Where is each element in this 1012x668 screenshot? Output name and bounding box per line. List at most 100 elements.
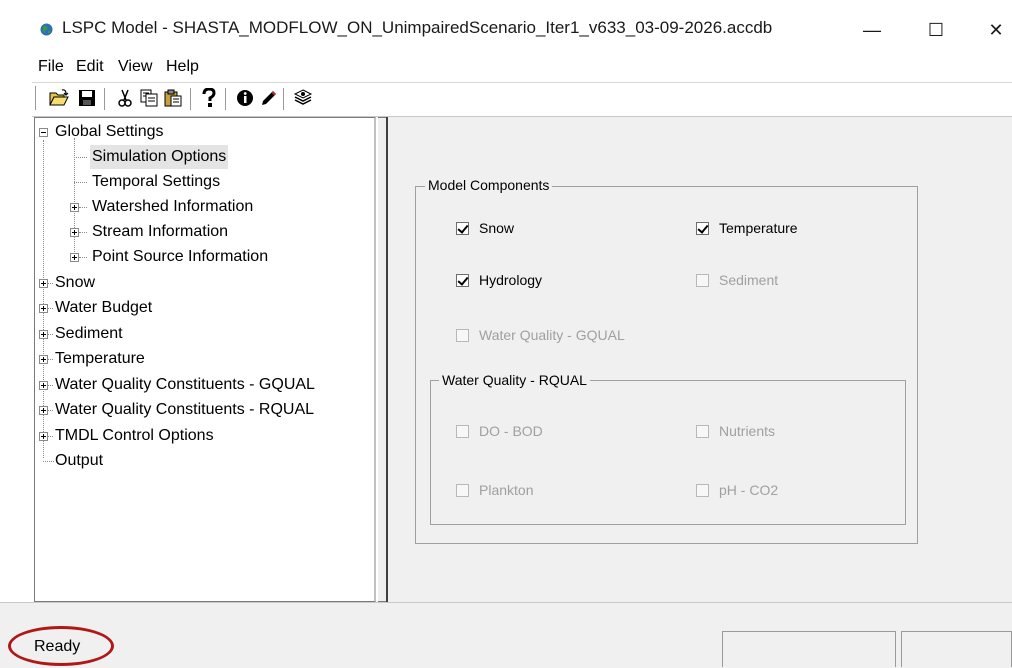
window-title: LSPC Model - SHASTA_MODFLOW_ON_Unimpaire… <box>62 18 773 37</box>
menu-help[interactable]: Help <box>166 58 199 76</box>
collapse-toggle-icon[interactable] <box>39 128 48 137</box>
expand-toggle-icon[interactable] <box>39 406 48 415</box>
ph-co2-checkbox[interactable]: pH - CO2 <box>696 481 778 499</box>
temperature-checkbox[interactable]: Temperature <box>696 219 798 237</box>
toolbar-separator <box>225 88 229 110</box>
close-icon: ✕ <box>988 19 1004 40</box>
tree-item-temporal-settings[interactable]: Temporal Settings <box>35 170 374 194</box>
tree-item-global-settings[interactable]: Global Settings <box>35 120 374 144</box>
checkbox-box[interactable] <box>696 221 709 235</box>
hydrology-label: Hydrology <box>479 272 543 288</box>
expand-toggle-icon[interactable] <box>70 228 79 237</box>
expand-toggle-icon[interactable] <box>39 304 48 313</box>
tree-item-wq-gqual[interactable]: Water Quality Constituents - GQUAL <box>35 373 374 397</box>
tree-item-label: Output <box>55 452 104 469</box>
menu-file[interactable]: File <box>38 58 64 76</box>
paste-icon[interactable] <box>162 86 184 110</box>
checkbox-box[interactable] <box>456 424 469 438</box>
gqual-label: Water Quality - GQUAL <box>479 327 625 343</box>
do-bod-label: DO - BOD <box>479 423 543 439</box>
tree-item-label: TMDL Control Options <box>55 427 214 444</box>
tree-item-watershed-information[interactable]: Watershed Information <box>35 195 374 219</box>
tree-item-output[interactable]: Output <box>35 449 374 473</box>
tree-item-water-budget[interactable]: Water Budget <box>35 296 374 320</box>
checkbox-box[interactable] <box>456 483 469 497</box>
expand-toggle-icon[interactable] <box>39 355 48 364</box>
menu-view[interactable]: View <box>118 58 152 76</box>
copy-icon[interactable] <box>138 86 160 110</box>
tree-item-temperature[interactable]: Temperature <box>35 347 374 371</box>
tree-connector <box>48 359 53 360</box>
expand-toggle-icon[interactable] <box>39 330 48 339</box>
close-button[interactable]: ✕ <box>968 12 1012 48</box>
tree-item-label: Watershed Information <box>92 198 254 215</box>
tree-connector <box>79 207 87 208</box>
tree-item-label: Water Quality Constituents - RQUAL <box>55 401 315 418</box>
maximize-button[interactable]: ☐ <box>908 12 964 48</box>
tree-item-stream-information[interactable]: Stream Information <box>35 220 374 244</box>
tree-connector <box>48 385 53 386</box>
temperature-label: Temperature <box>719 220 798 236</box>
checkbox-box[interactable] <box>696 424 709 438</box>
edit-pencil-icon[interactable] <box>258 86 280 110</box>
maximize-icon: ☐ <box>927 19 945 40</box>
tree-connector <box>48 436 53 437</box>
menu-edit[interactable]: Edit <box>76 58 104 76</box>
checkbox-box[interactable] <box>456 328 469 342</box>
toolbar-grip[interactable] <box>35 86 40 110</box>
tree-connector <box>79 257 87 258</box>
save-disk-icon[interactable] <box>76 86 98 110</box>
nutrients-label: Nutrients <box>719 423 776 439</box>
checkbox-box[interactable] <box>456 221 469 235</box>
tree-item-snow[interactable]: Snow <box>35 271 374 295</box>
tree-item-tmdl-control-options[interactable]: TMDL Control Options <box>35 424 374 448</box>
model-components-title: Model Components <box>425 177 553 193</box>
tree-connector <box>79 232 87 233</box>
nutrients-checkbox[interactable]: Nutrients <box>696 422 775 440</box>
checkbox-box[interactable] <box>456 273 469 287</box>
rqual-group <box>430 380 906 525</box>
tree-item-simulation-options[interactable]: Simulation Options <box>35 145 374 169</box>
checkbox-box[interactable] <box>696 273 709 287</box>
tree-item-label: Snow <box>55 274 96 291</box>
status-pane <box>722 631 896 667</box>
tree-item-label: Temporal Settings <box>92 173 221 190</box>
status-highlight-circle <box>8 626 114 666</box>
expand-toggle-icon[interactable] <box>70 253 79 262</box>
expand-toggle-icon[interactable] <box>39 432 48 441</box>
simulation-options-panel: Model Components Snow Temperature Hydrol… <box>386 117 1012 602</box>
expand-toggle-icon[interactable] <box>39 381 48 390</box>
tree-connector <box>43 461 54 462</box>
expand-toggle-icon[interactable] <box>39 279 48 288</box>
expand-toggle-icon[interactable] <box>70 203 79 212</box>
gqual-checkbox[interactable]: Water Quality - GQUAL <box>456 326 625 344</box>
tree-item-sediment[interactable]: Sediment <box>35 322 374 346</box>
run-layers-icon[interactable] <box>292 86 314 110</box>
hydrology-checkbox[interactable]: Hydrology <box>456 271 542 289</box>
tree-item-label: Point Source Information <box>92 248 269 265</box>
toolbar-separator <box>190 88 194 110</box>
tree-connector <box>74 157 87 158</box>
snow-label: Snow <box>479 220 515 236</box>
toolbar-separator <box>283 88 287 110</box>
tree-item-point-source-information[interactable]: Point Source Information <box>35 245 374 269</box>
plankton-checkbox[interactable]: Plankton <box>456 481 533 499</box>
tree-item-label: Stream Information <box>92 223 229 240</box>
open-folder-icon[interactable] <box>48 86 70 110</box>
tree-item-label: Global Settings <box>55 123 164 140</box>
rqual-title: Water Quality - RQUAL <box>439 372 590 388</box>
tree-item-label: Water Budget <box>55 299 153 316</box>
tree-connector <box>48 308 53 309</box>
checkbox-box[interactable] <box>696 483 709 497</box>
help-question-icon[interactable] <box>198 86 220 110</box>
settings-tree[interactable]: Global Settings Simulation Options Tempo… <box>34 117 376 602</box>
tree-item-label: Water Quality Constituents - GQUAL <box>55 376 315 393</box>
tree-item-label: Sediment <box>55 325 123 342</box>
info-icon[interactable] <box>234 86 256 110</box>
snow-checkbox[interactable]: Snow <box>456 219 514 237</box>
sediment-checkbox[interactable]: Sediment <box>696 271 778 289</box>
cut-scissors-icon[interactable] <box>114 86 136 110</box>
minimize-button[interactable]: — <box>844 12 900 48</box>
do-bod-checkbox[interactable]: DO - BOD <box>456 422 543 440</box>
tree-item-wq-rqual[interactable]: Water Quality Constituents - RQUAL <box>35 398 374 422</box>
